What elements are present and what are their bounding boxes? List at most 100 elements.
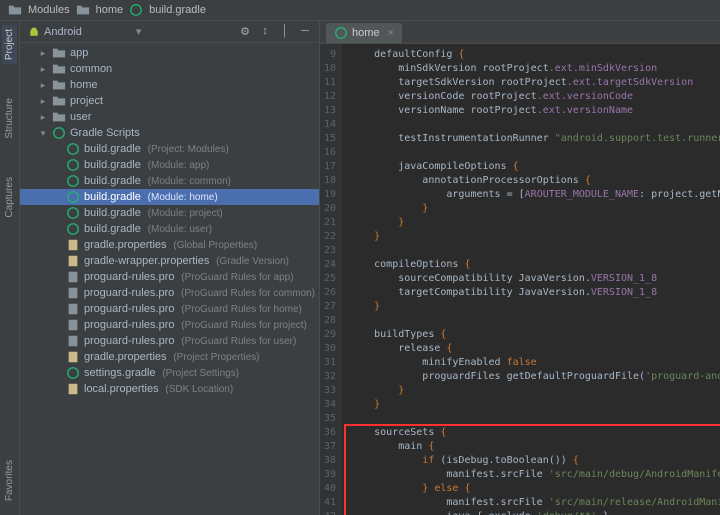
code-line-32[interactable]: proguardFiles getDefaultProguardFile('pr… bbox=[350, 370, 720, 384]
tree-gradle-item-8[interactable]: proguard-rules.pro (ProGuard Rules for a… bbox=[20, 269, 319, 285]
tab-captures[interactable]: Captures bbox=[2, 173, 17, 222]
code-line-30[interactable]: release { bbox=[350, 342, 720, 356]
prop-icon bbox=[66, 238, 80, 252]
code-line-15[interactable]: testInstrumentationRunner "android.suppo… bbox=[350, 132, 720, 146]
code-line-27[interactable]: } bbox=[350, 300, 720, 314]
tree-gradle-item-2[interactable]: build.gradle (Module: common) bbox=[20, 173, 319, 189]
code-line-33[interactable]: } bbox=[350, 384, 720, 398]
bc-file[interactable]: build.gradle bbox=[149, 4, 206, 16]
tree-gradle-item-13[interactable]: gradle.properties (Project Properties) bbox=[20, 349, 319, 365]
code-line-23[interactable] bbox=[350, 244, 720, 258]
code-line-16[interactable] bbox=[350, 146, 720, 160]
tree-gradle-item-11[interactable]: proguard-rules.pro (ProGuard Rules for p… bbox=[20, 317, 319, 333]
prop-icon bbox=[66, 382, 80, 396]
gradle-icon bbox=[66, 158, 80, 172]
code-line-11[interactable]: targetSdkVersion rootProject.ext.targetS… bbox=[350, 76, 720, 90]
tree-gradle-item-7[interactable]: gradle-wrapper.properties (Gradle Versio… bbox=[20, 253, 319, 269]
tree-gradle-item-10[interactable]: proguard-rules.pro (ProGuard Rules for h… bbox=[20, 301, 319, 317]
tree-gradle-scripts[interactable]: ▾Gradle Scripts bbox=[20, 125, 319, 141]
prop-icon bbox=[66, 350, 80, 364]
chevron-icon: ▸ bbox=[38, 80, 48, 91]
code-line-34[interactable]: } bbox=[350, 398, 720, 412]
code-line-35[interactable] bbox=[350, 412, 720, 426]
breadcrumb: Modules home build.gradle bbox=[0, 0, 720, 21]
bc-modules[interactable]: Modules bbox=[28, 4, 70, 16]
code-line-26[interactable]: targetCompatibility JavaVersion.VERSION_… bbox=[350, 286, 720, 300]
chevron-down-icon: ▾ bbox=[136, 25, 142, 38]
code-line-14[interactable] bbox=[350, 118, 720, 132]
code-editor[interactable]: 9101112131415161718192021222324252627282… bbox=[320, 44, 720, 515]
android-icon bbox=[28, 26, 40, 38]
tree-module-common[interactable]: ▸common bbox=[20, 61, 319, 77]
tree-gradle-item-6[interactable]: gradle.properties (Global Properties) bbox=[20, 237, 319, 253]
chevron-icon: ▸ bbox=[38, 48, 48, 59]
code-line-39[interactable]: manifest.srcFile 'src/main/debug/Android… bbox=[350, 468, 720, 482]
gradle-icon bbox=[66, 222, 80, 236]
tab-favorites[interactable]: Favorites bbox=[2, 456, 17, 505]
code-line-29[interactable]: buildTypes { bbox=[350, 328, 720, 342]
tree-module-project[interactable]: ▸project bbox=[20, 93, 319, 109]
gradle-icon bbox=[52, 126, 66, 140]
gear-icon[interactable]: ⚙ bbox=[239, 25, 251, 38]
tree-gradle-item-14[interactable]: settings.gradle (Project Settings) bbox=[20, 365, 319, 381]
collapse-icon[interactable]: ↕ bbox=[259, 25, 271, 38]
code-line-19[interactable]: arguments = [AROUTER_MODULE_NAME: projec… bbox=[350, 188, 720, 202]
chevron-icon: ▸ bbox=[38, 64, 48, 75]
modules-icon bbox=[8, 3, 22, 17]
close-icon[interactable]: × bbox=[388, 27, 394, 39]
tree-gradle-item-0[interactable]: build.gradle (Project: Modules) bbox=[20, 141, 319, 157]
gradle-icon bbox=[66, 366, 80, 380]
tab-project[interactable]: Project bbox=[2, 25, 17, 64]
code-area[interactable]: defaultConfig { minSdkVersion rootProjec… bbox=[342, 44, 720, 515]
code-line-42[interactable]: java { exclude 'debug/**' } bbox=[350, 510, 720, 515]
code-line-31[interactable]: minifyEnabled false bbox=[350, 356, 720, 370]
code-line-10[interactable]: minSdkVersion rootProject.ext.minSdkVers… bbox=[350, 62, 720, 76]
tab-home-gradle[interactable]: home × bbox=[326, 23, 402, 43]
code-line-28[interactable] bbox=[350, 314, 720, 328]
code-line-36[interactable]: sourceSets { bbox=[350, 426, 720, 440]
code-line-41[interactable]: manifest.srcFile 'src/main/release/Andro… bbox=[350, 496, 720, 510]
chevron-icon: ▸ bbox=[38, 96, 48, 107]
hide-icon[interactable]: │ bbox=[279, 25, 291, 38]
gradle-icon bbox=[334, 26, 348, 40]
bc-home[interactable]: home bbox=[96, 4, 124, 16]
tab-structure[interactable]: Structure bbox=[2, 94, 17, 143]
folder-icon bbox=[52, 46, 66, 60]
minimize-icon[interactable]: ─ bbox=[299, 25, 311, 38]
gradle-icon bbox=[66, 174, 80, 188]
chevron-icon: ▸ bbox=[38, 112, 48, 123]
code-line-24[interactable]: compileOptions { bbox=[350, 258, 720, 272]
code-line-13[interactable]: versionName rootProject.ext.versionName bbox=[350, 104, 720, 118]
code-line-12[interactable]: versionCode rootProject.ext.versionCode bbox=[350, 90, 720, 104]
tree-gradle-item-1[interactable]: build.gradle (Module: app) bbox=[20, 157, 319, 173]
code-line-9[interactable]: defaultConfig { bbox=[350, 48, 720, 62]
gutter: 9101112131415161718192021222324252627282… bbox=[320, 44, 342, 515]
code-line-38[interactable]: if (isDebug.toBoolean()) { bbox=[350, 454, 720, 468]
project-view-selector[interactable]: Android ▾ bbox=[28, 25, 239, 38]
tree-gradle-item-5[interactable]: build.gradle (Module: user) bbox=[20, 221, 319, 237]
code-line-37[interactable]: main { bbox=[350, 440, 720, 454]
code-line-18[interactable]: annotationProcessorOptions { bbox=[350, 174, 720, 188]
code-line-21[interactable]: } bbox=[350, 216, 720, 230]
project-tree[interactable]: ▸app▸common▸home▸project▸user▾Gradle Scr… bbox=[20, 43, 319, 515]
folder-icon bbox=[52, 110, 66, 124]
tree-gradle-item-15[interactable]: local.properties (SDK Location) bbox=[20, 381, 319, 397]
folder-icon bbox=[52, 94, 66, 108]
gradle-icon bbox=[129, 3, 143, 17]
tree-module-user[interactable]: ▸user bbox=[20, 109, 319, 125]
tree-gradle-item-9[interactable]: proguard-rules.pro (ProGuard Rules for c… bbox=[20, 285, 319, 301]
folder-icon bbox=[76, 3, 90, 17]
tree-module-home[interactable]: ▸home bbox=[20, 77, 319, 93]
file-icon bbox=[66, 286, 80, 300]
code-line-20[interactable]: } bbox=[350, 202, 720, 216]
tree-gradle-item-4[interactable]: build.gradle (Module: project) bbox=[20, 205, 319, 221]
tree-gradle-item-3[interactable]: build.gradle (Module: home) bbox=[20, 189, 319, 205]
code-line-17[interactable]: javaCompileOptions { bbox=[350, 160, 720, 174]
gradle-icon bbox=[66, 190, 80, 204]
code-line-22[interactable]: } bbox=[350, 230, 720, 244]
gradle-icon bbox=[66, 206, 80, 220]
tree-gradle-item-12[interactable]: proguard-rules.pro (ProGuard Rules for u… bbox=[20, 333, 319, 349]
code-line-40[interactable]: } else { bbox=[350, 482, 720, 496]
tree-module-app[interactable]: ▸app bbox=[20, 45, 319, 61]
code-line-25[interactable]: sourceCompatibility JavaVersion.VERSION_… bbox=[350, 272, 720, 286]
